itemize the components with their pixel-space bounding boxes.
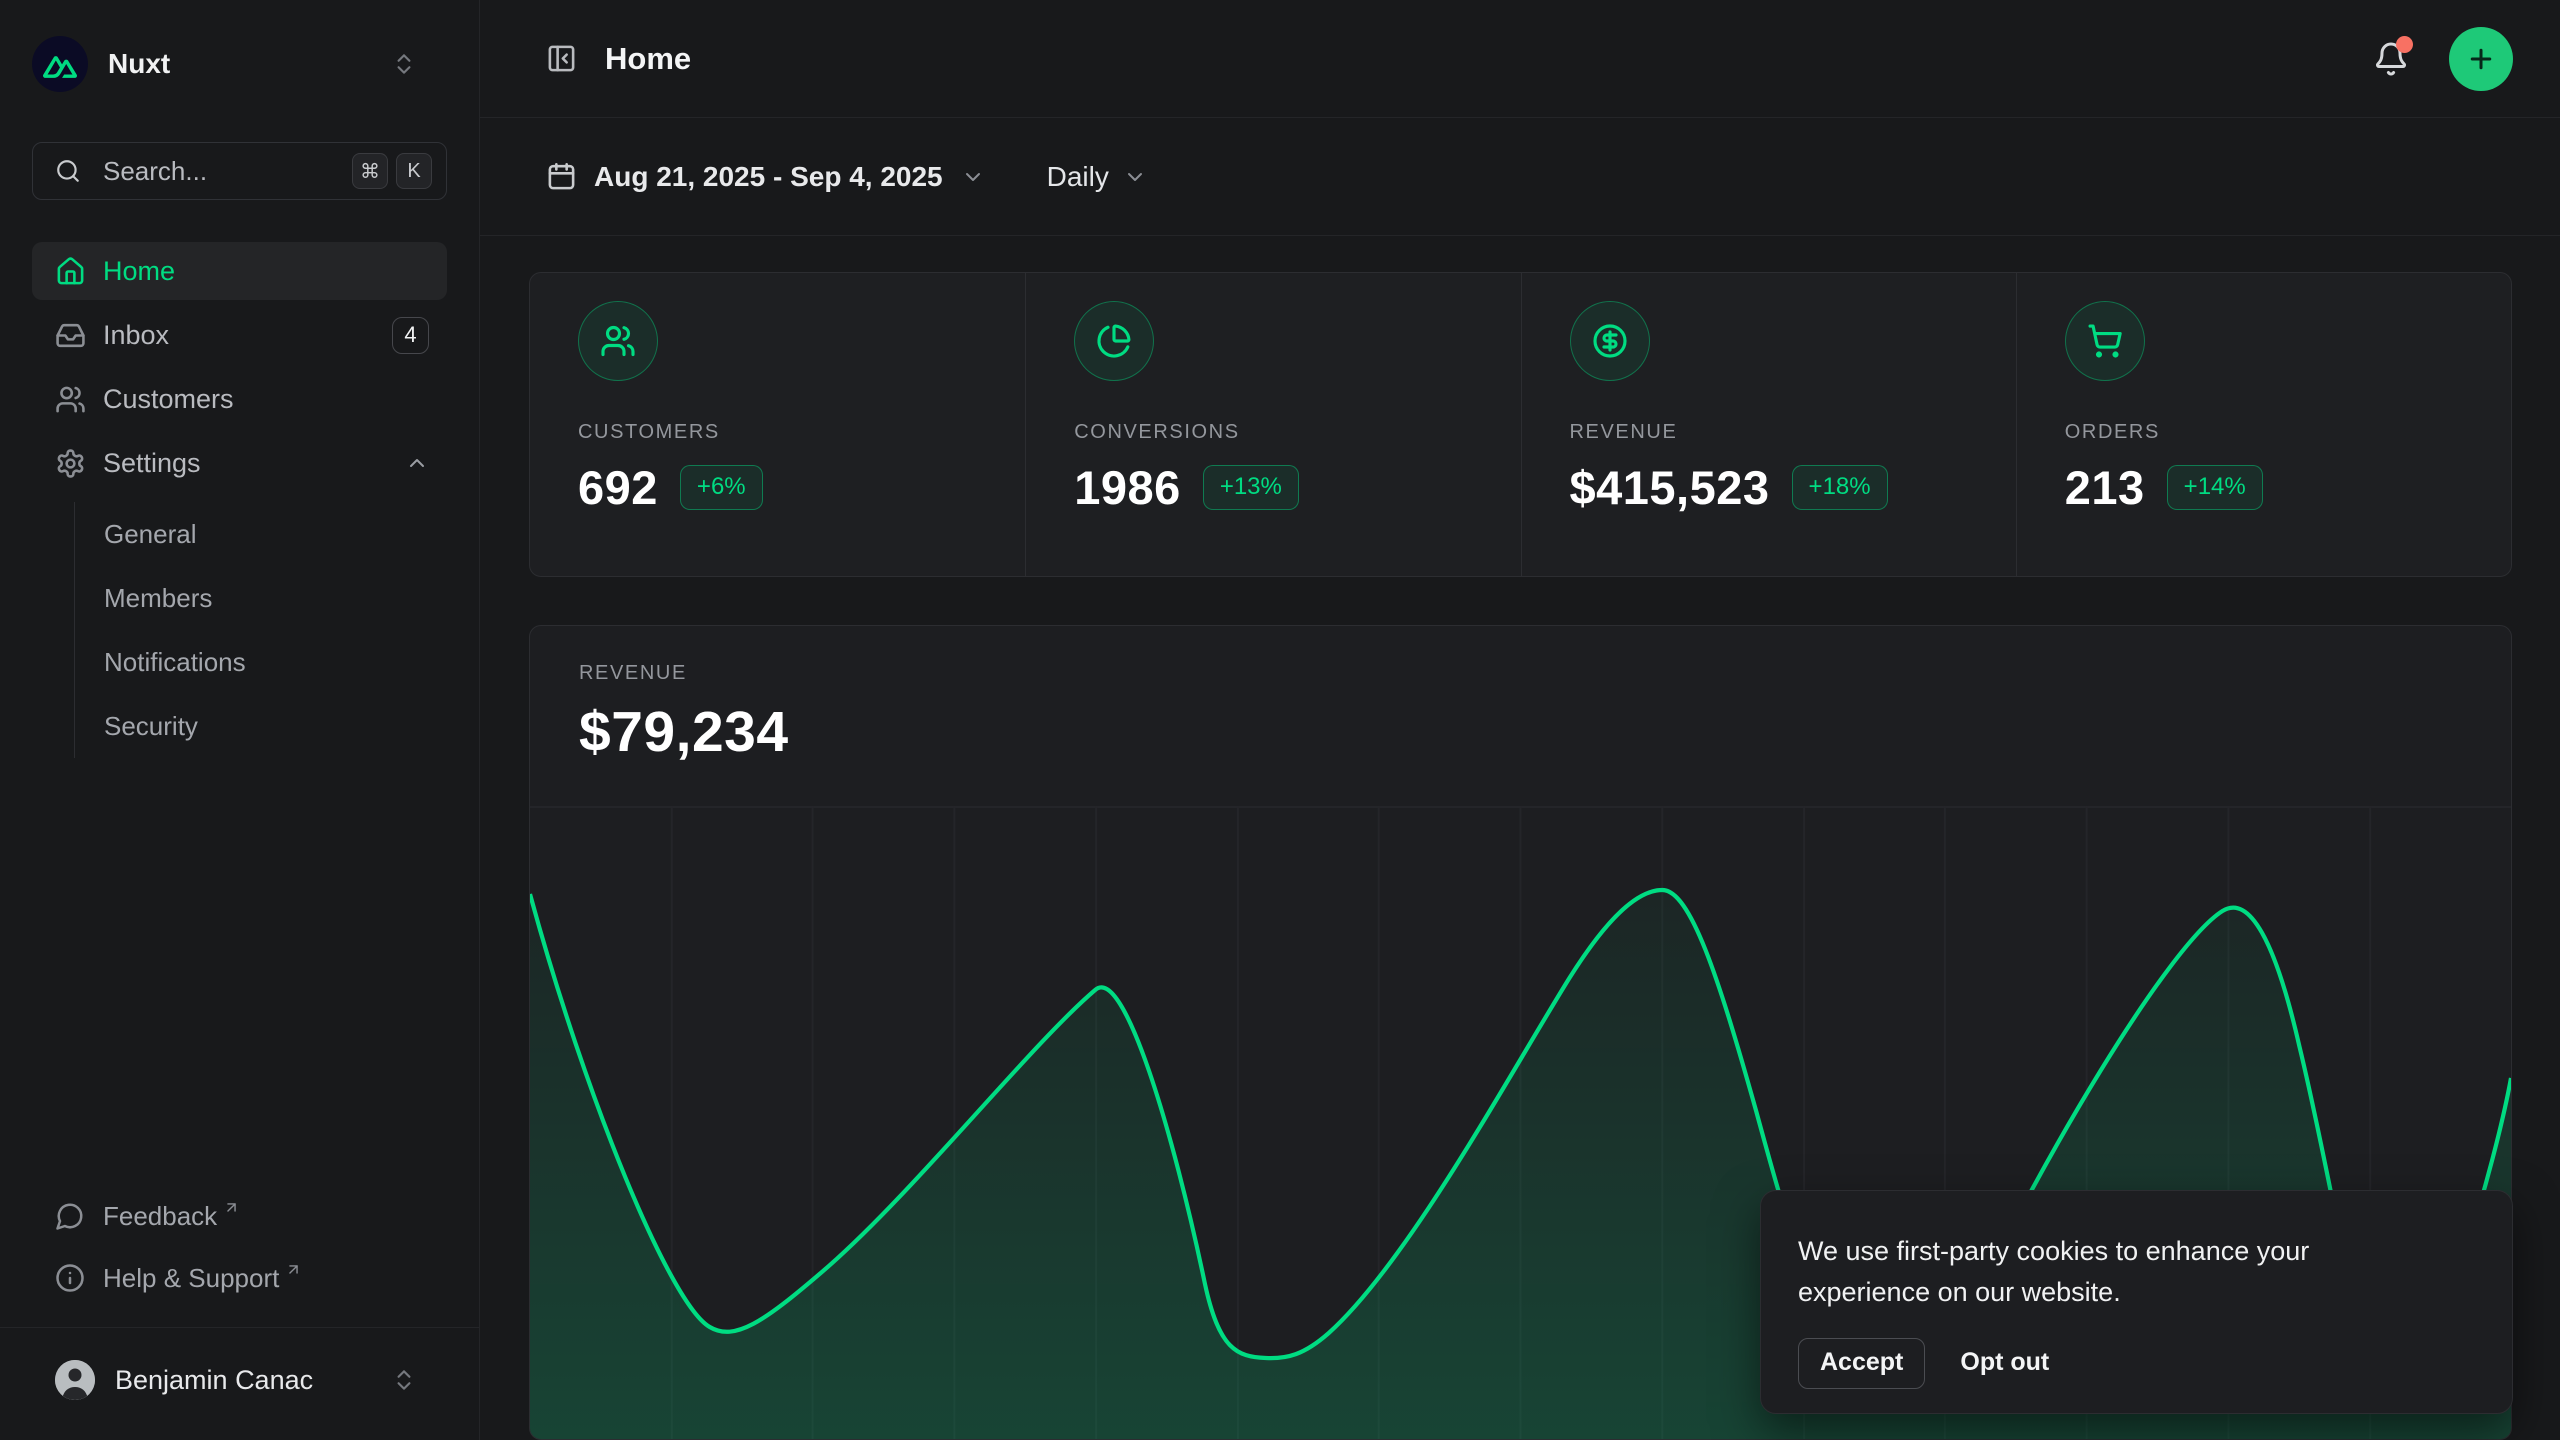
- sidebar: Nuxt Search... ⌘ K Home Inbox 4: [0, 0, 480, 1440]
- revenue-chart-label: REVENUE: [579, 662, 2511, 685]
- stat-orders[interactable]: ORDERS 213 +14%: [2016, 273, 2511, 576]
- date-range-value: Aug 21, 2025 - Sep 4, 2025: [594, 161, 943, 193]
- stat-conversions[interactable]: CONVERSIONS 1986 +13%: [1025, 273, 1520, 576]
- sidebar-item-label: Customers: [103, 384, 429, 415]
- stat-delta-badge: +13%: [1203, 465, 1299, 510]
- calendar-icon: [546, 161, 577, 192]
- notification-dot: [2396, 36, 2413, 53]
- sidebar-item-label: Inbox: [103, 320, 392, 351]
- stat-customers[interactable]: CUSTOMERS 692 +6%: [530, 273, 1025, 576]
- sidebar-item-notifications[interactable]: Notifications: [104, 630, 447, 694]
- kbd-k: K: [396, 153, 432, 189]
- accept-button[interactable]: Accept: [1798, 1338, 1925, 1389]
- users-icon: [55, 384, 86, 415]
- revenue-chart-value: $79,234: [579, 699, 2511, 765]
- sidebar-item-general[interactable]: General: [104, 502, 447, 566]
- search-input[interactable]: Search... ⌘ K: [32, 142, 447, 200]
- feedback-label: Feedback: [103, 1201, 217, 1232]
- help-support-link[interactable]: Help & Support: [32, 1247, 447, 1309]
- sidebar-nav: Home Inbox 4 Customers Settings: [32, 242, 447, 762]
- sidebar-item-security[interactable]: Security: [104, 694, 447, 758]
- filterbar: Aug 21, 2025 - Sep 4, 2025 Daily: [480, 118, 2560, 236]
- sidebar-subitem-label: Security: [104, 711, 198, 742]
- sidebar-item-settings[interactable]: Settings: [32, 434, 447, 492]
- house-icon: [55, 256, 86, 287]
- chevron-up-icon: [405, 451, 429, 475]
- shopping-cart-icon: [2065, 301, 2145, 381]
- stats-card: CUSTOMERS 692 +6% CONVERSIONS 1986 +13%: [529, 272, 2512, 577]
- revenue-chart-header: REVENUE $79,234: [530, 626, 2511, 765]
- search-icon: [55, 158, 81, 184]
- user-name: Benjamin Canac: [115, 1365, 391, 1396]
- sidebar-item-customers[interactable]: Customers: [32, 370, 447, 428]
- inbox-count-badge: 4: [392, 317, 429, 354]
- message-circle-icon: [55, 1201, 85, 1231]
- users-icon: [578, 301, 658, 381]
- settings-subnav: General Members Notifications Security: [74, 502, 447, 758]
- inbox-icon: [55, 320, 86, 351]
- stat-value: 1986: [1074, 460, 1181, 515]
- add-button[interactable]: [2449, 27, 2513, 91]
- sidebar-spacer: [32, 762, 447, 1185]
- cookie-message: We use first-party cookies to enhance yo…: [1798, 1231, 2398, 1313]
- sidebar-item-members[interactable]: Members: [104, 566, 447, 630]
- plus-icon: [2466, 44, 2496, 74]
- cookie-actions: Accept Opt out: [1798, 1338, 2476, 1389]
- chevron-up-down-icon: [391, 51, 417, 77]
- chevron-down-icon: [961, 165, 985, 189]
- info-circle-icon: [55, 1263, 85, 1293]
- granularity-select[interactable]: Daily: [1047, 161, 1147, 193]
- sidebar-item-label: Home: [103, 256, 429, 287]
- sidebar-subitem-label: Notifications: [104, 647, 246, 678]
- pie-chart-icon: [1074, 301, 1154, 381]
- chevron-down-icon: [1123, 165, 1147, 189]
- feedback-link[interactable]: Feedback: [32, 1185, 447, 1247]
- opt-out-button[interactable]: Opt out: [1956, 1339, 2053, 1388]
- stat-label: CONVERSIONS: [1074, 421, 1520, 444]
- nuxt-logo-icon: [32, 36, 88, 92]
- stat-delta-badge: +6%: [680, 465, 763, 510]
- topbar: Home: [480, 0, 2560, 118]
- date-range-picker[interactable]: Aug 21, 2025 - Sep 4, 2025: [546, 161, 985, 193]
- sidebar-subitem-label: Members: [104, 583, 212, 614]
- sidebar-item-home[interactable]: Home: [32, 242, 447, 300]
- sidebar-item-label: Settings: [103, 448, 405, 479]
- external-link-icon: [223, 1199, 240, 1216]
- stat-label: CUSTOMERS: [578, 421, 1025, 444]
- external-link-icon: [285, 1261, 302, 1278]
- stat-revenue[interactable]: REVENUE $415,523 +18%: [1521, 273, 2016, 576]
- sidebar-divider: [0, 1327, 479, 1328]
- stat-delta-badge: +14%: [2167, 465, 2263, 510]
- workspace-name: Nuxt: [108, 48, 391, 80]
- page-title: Home: [605, 41, 2373, 77]
- notifications-bell-button[interactable]: [2373, 41, 2409, 77]
- stat-delta-badge: +18%: [1792, 465, 1888, 510]
- granularity-value: Daily: [1047, 161, 1109, 193]
- workspace-switcher[interactable]: Nuxt: [32, 36, 447, 92]
- kbd-cmd: ⌘: [352, 153, 388, 189]
- collapse-sidebar-icon[interactable]: [546, 43, 577, 74]
- stat-label: ORDERS: [2065, 421, 2511, 444]
- cookie-banner: We use first-party cookies to enhance yo…: [1760, 1190, 2513, 1414]
- help-support-label: Help & Support: [103, 1263, 279, 1294]
- gear-icon: [55, 448, 86, 479]
- stat-value: 213: [2065, 460, 2145, 515]
- search-placeholder: Search...: [103, 156, 344, 187]
- user-menu[interactable]: Benjamin Canac: [32, 1348, 447, 1412]
- sidebar-item-inbox[interactable]: Inbox 4: [32, 306, 447, 364]
- stat-value: 692: [578, 460, 658, 515]
- dollar-circle-icon: [1570, 301, 1650, 381]
- avatar: [55, 1360, 95, 1400]
- chevron-up-down-icon: [391, 1367, 417, 1393]
- stat-label: REVENUE: [1570, 421, 2016, 444]
- stat-value: $415,523: [1570, 460, 1770, 515]
- sidebar-subitem-label: General: [104, 519, 197, 550]
